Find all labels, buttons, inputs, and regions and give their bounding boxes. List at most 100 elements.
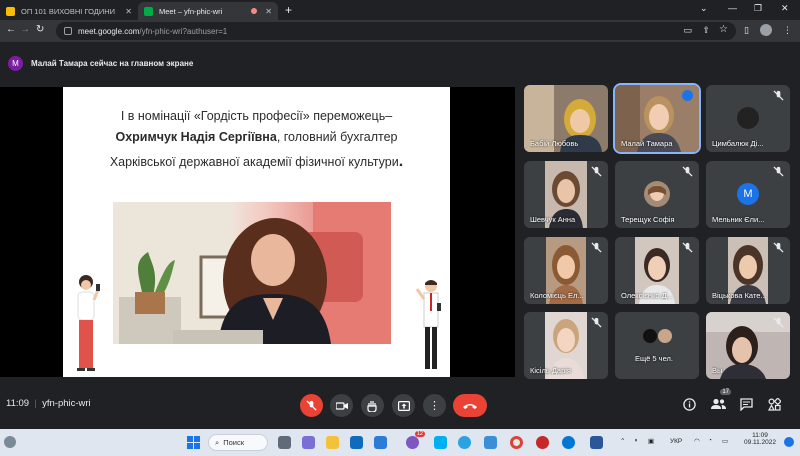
participant-tile[interactable]: Малай Тамара — [613, 83, 701, 154]
volume-icon[interactable]: ◔ — [708, 437, 712, 444]
share-icon[interactable]: ⇪ — [702, 25, 710, 36]
side-panel-icon[interactable]: ▯ — [744, 25, 749, 36]
raise-hand-button[interactable] — [361, 394, 384, 417]
participant-avatar — [658, 329, 672, 343]
participant-tile[interactable]: Олексієнко Д... — [615, 237, 699, 304]
word-icon[interactable] — [590, 436, 603, 449]
participant-name: Цимбалюк Ді... — [712, 139, 764, 148]
browser-tab-timetable[interactable]: ОП 101 ВИХОВНІ ГОДИНИ ✕ — [0, 2, 138, 20]
chrome-icon[interactable] — [510, 436, 523, 449]
screen-recorder-icon[interactable] — [536, 436, 549, 449]
speaking-indicator-icon — [682, 90, 693, 101]
participant-tile[interactable]: Шевчук Анна — [524, 161, 608, 228]
participant-avatar — [737, 107, 759, 129]
close-window-button[interactable]: ✕ — [781, 3, 789, 14]
close-tab-icon[interactable]: ✕ — [125, 7, 132, 16]
meeting-details-button[interactable] — [680, 395, 698, 413]
restore-button[interactable]: ❐ — [754, 3, 762, 14]
mic-off-icon — [682, 166, 693, 177]
browser-tab-strip: ОП 101 ВИХОВНІ ГОДИНИ ✕ Meet – yfn-phic-… — [0, 0, 800, 20]
mic-off-icon — [591, 242, 602, 253]
people-button[interactable]: 17 — [709, 389, 731, 413]
tab-search-icon[interactable]: ⌄ — [700, 3, 708, 14]
viber-icon[interactable]: 12 — [406, 431, 425, 449]
language-indicator[interactable]: УКР — [670, 438, 682, 445]
participant-name: Бабій Любовь — [530, 139, 579, 148]
mic-off-icon — [773, 242, 784, 253]
self-tile[interactable]: Вы — [706, 312, 790, 379]
recording-dot-icon — [251, 8, 258, 14]
weather-icon[interactable] — [4, 436, 16, 448]
photos-icon[interactable] — [484, 436, 497, 449]
more-participants-tile[interactable]: Ещё 5 чел. — [615, 312, 699, 379]
minimize-button[interactable]: — — [728, 3, 737, 13]
more-options-button[interactable]: ⋮ — [423, 394, 446, 417]
activities-button[interactable] — [765, 395, 783, 413]
taskbar-search[interactable]: ⌕ Поиск — [208, 434, 268, 451]
chat-button[interactable] — [737, 395, 755, 413]
camera-icon — [335, 401, 348, 410]
winner-photo — [113, 202, 391, 344]
toggle-camera-button[interactable] — [330, 394, 353, 417]
taskbar-clock[interactable]: 11:09 09.11.2022 — [740, 432, 780, 446]
participant-name: Олексієнко Д... — [621, 291, 673, 300]
participant-tile[interactable]: Терещук Софія — [615, 161, 699, 228]
present-screen-button[interactable] — [392, 394, 415, 417]
battery-icon[interactable]: ▭ — [722, 437, 728, 445]
participant-name: Шевчук Анна — [530, 215, 576, 224]
participant-tile[interactable]: Коломієць Ел... — [524, 237, 608, 304]
participant-name: Віцькова Кате... — [712, 291, 767, 300]
participant-tile[interactable]: М Мельник Єли... — [706, 161, 790, 228]
close-tab-icon[interactable]: ✕ — [265, 7, 272, 16]
search-icon: ⌕ — [215, 437, 220, 447]
edge-icon[interactable] — [350, 436, 363, 449]
edge-alt-icon[interactable] — [562, 436, 575, 449]
hand-icon — [367, 400, 377, 412]
participant-tile[interactable]: Цимбалюк Ді... — [706, 85, 790, 152]
shared-screen-stage: І в номінації «Гордість професії» перемо… — [0, 87, 515, 377]
file-explorer-icon[interactable] — [326, 436, 339, 449]
store-icon[interactable] — [374, 436, 387, 449]
toggle-mic-button[interactable] — [300, 394, 323, 417]
back-icon[interactable]: ← — [6, 24, 16, 35]
camera-in-use-icon[interactable]: ▭ — [683, 25, 692, 36]
info-icon — [682, 397, 696, 411]
forward-icon[interactable]: → — [20, 24, 30, 35]
tab-title: ОП 101 ВИХОВНІ ГОДИНИ — [21, 6, 116, 16]
slide-line-3-text: Харківської державної академії фізичної … — [109, 155, 399, 169]
bookmark-star-icon[interactable]: ☆ — [719, 24, 728, 35]
participant-name: Мельник Єли... — [712, 215, 765, 224]
notification-icon[interactable] — [784, 437, 794, 447]
tray-overflow-icon[interactable]: ⌃ — [620, 437, 625, 445]
reload-icon[interactable]: ↻ — [36, 24, 44, 35]
winner-role: , головний бухгалтер — [276, 130, 398, 144]
task-view-icon[interactable] — [278, 436, 291, 449]
skype-icon[interactable] — [434, 436, 447, 449]
presenting-banner: М Малай Тамара сейчас на главном экране — [0, 52, 800, 74]
participant-avatar: М — [737, 183, 759, 205]
camera-tray-icon[interactable]: ▣ — [648, 437, 654, 445]
teams-chat-icon[interactable] — [302, 436, 315, 449]
address-bar[interactable]: meet.google.com /yfn-phic-wri?authuser=1… — [56, 22, 736, 40]
mic-off-icon — [591, 317, 602, 328]
participant-avatar — [644, 181, 670, 207]
participant-tile[interactable]: Віцькова Кате... — [706, 237, 790, 304]
profile-avatar[interactable] — [760, 24, 772, 36]
start-windows-icon[interactable] — [187, 436, 200, 449]
browser-tab-meet[interactable]: Meet – yfn-phic-wri ✕ — [138, 2, 278, 20]
leave-call-button[interactable] — [453, 394, 487, 417]
participant-tile[interactable]: Кісіль Дарія — [524, 312, 608, 379]
meeting-controls-bar: 11:09 | yfn-phic-wri ⋮ 17 — [0, 385, 800, 425]
slide-line-2: Охримчук Надія Сергіївна, головний бухга… — [63, 130, 450, 144]
meeting-time-info: 11:09 | yfn-phic-wri — [6, 398, 91, 409]
participant-tile[interactable]: Бабій Любовь — [524, 85, 608, 152]
telegram-icon[interactable] — [458, 436, 471, 449]
mic-off-icon — [306, 400, 317, 411]
wifi-icon[interactable]: ◠ — [694, 437, 700, 445]
slide-line-3: Харківської державної академії фізичної … — [63, 153, 450, 171]
speaker-tray-icon[interactable]: ◖ — [634, 437, 638, 444]
taskbar-search-label: Поиск — [223, 438, 244, 447]
browser-menu-icon[interactable]: ⋮ — [783, 25, 792, 36]
new-tab-button[interactable]: + — [285, 3, 292, 17]
winner-name: Охримчук Надія Сергіївна — [115, 130, 277, 144]
